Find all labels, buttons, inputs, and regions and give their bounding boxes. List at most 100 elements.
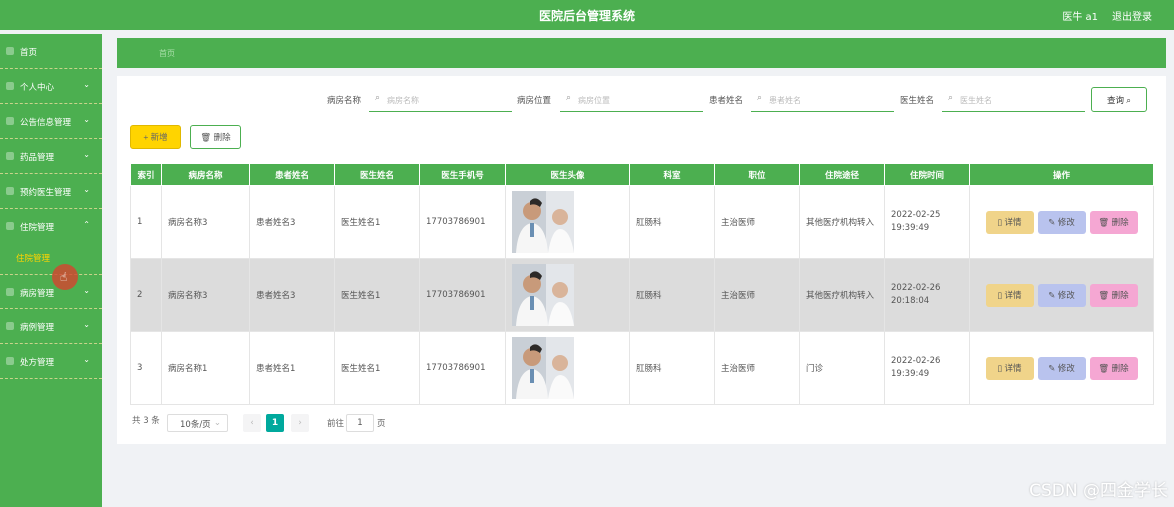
table-row[interactable]: 3 病房名称1 患者姓名1 医生姓名1 17703786901 肛肠科 主治医师… [130, 331, 1154, 405]
patient-name-input[interactable]: ⌕ 患者姓名 [751, 90, 894, 112]
chevron-down-icon: ⌄ [83, 286, 90, 295]
table-row[interactable]: 1 病房名称3 患者姓名3 医生姓名1 17703786901 肛肠科 主治医师… [130, 185, 1154, 259]
search-doctor-name: 医生姓名 ⌕ 医生姓名 [900, 90, 1085, 112]
chevron-down-icon: ⌄ [83, 185, 90, 194]
sidebar-item-wards[interactable]: 病房管理 ⌄ [0, 274, 102, 309]
cell-title: 主治医师 [714, 185, 800, 259]
cell-route: 门诊 [799, 331, 885, 405]
search-label: 病房位置 [517, 96, 552, 106]
edit-label: 修改 [1057, 362, 1075, 373]
page-size-value: 10条/页 [180, 420, 211, 430]
detail-button[interactable]: ▯ 详情 [985, 356, 1034, 380]
sidebar-item-label: 病房管理 [20, 289, 55, 299]
search-icon: ⌕ [948, 93, 954, 103]
ward-location-input[interactable]: ⌕ 病房位置 [560, 90, 703, 112]
col-header[interactable]: 住院途径 [799, 163, 885, 186]
current-page[interactable]: 1 [266, 414, 284, 432]
cell-operations: ▯ 详情 ✎ 修改 🗑 删除 [969, 331, 1154, 405]
search-ward-name: 病房名称 ⌕ 病房名称 [327, 90, 512, 112]
edit-button[interactable]: ✎ 修改 [1037, 283, 1086, 307]
trash-icon: 🗑 [1098, 289, 1112, 300]
ward-icon [6, 288, 14, 296]
breadcrumb[interactable]: 首页 [159, 48, 175, 59]
col-header[interactable]: 职位 [714, 163, 800, 186]
pill-icon [6, 152, 14, 160]
placeholder: 医生姓名 [960, 96, 992, 105]
sidebar-item-label: 公告信息管理 [20, 118, 72, 128]
sidebar-item-home[interactable]: 首页 [0, 34, 102, 69]
col-header[interactable]: 病房名称 [161, 163, 250, 186]
pagination-total: 共 3 条 [132, 416, 160, 426]
col-header[interactable]: 索引 [130, 163, 162, 186]
ward-name-input[interactable]: ⌕ 病房名称 [369, 90, 512, 112]
logout-button[interactable]: 退出登录 [1112, 8, 1152, 23]
sidebar-item-drugs[interactable]: 药品管理 ⌄ [0, 139, 102, 174]
col-header[interactable]: 住院时间 [884, 163, 970, 186]
prescription-icon [6, 357, 14, 365]
page-size-select[interactable]: 10条/页 ⌄ [167, 414, 228, 432]
next-page-button[interactable]: › [291, 414, 309, 432]
delete-button[interactable]: 🗑 删除 [190, 125, 241, 149]
sidebar-item-label: 处方管理 [20, 358, 55, 368]
col-header[interactable]: 操作 [969, 163, 1154, 186]
edit-button[interactable]: ✎ 修改 [1037, 210, 1086, 234]
sidebar-item-label: 住院管理 [20, 223, 55, 233]
sidebar-item-label: 病例管理 [20, 323, 55, 333]
chevron-down-icon: ⌄ [83, 80, 90, 89]
edit-label: 修改 [1057, 216, 1075, 227]
table-row[interactable]: 2 病房名称3 患者姓名3 医生姓名1 17703786901 肛肠科 主治医师… [130, 258, 1154, 332]
delete-label: 删除 [1111, 216, 1129, 227]
doctor-avatar-image[interactable] [512, 264, 574, 326]
col-header[interactable]: 医生头像 [505, 163, 630, 186]
home-icon [6, 47, 14, 55]
cell-title: 主治医师 [714, 258, 800, 332]
folder-icon [6, 322, 14, 330]
edit-icon: ✎ [1048, 362, 1058, 373]
detail-button[interactable]: ▯ 详情 [985, 210, 1034, 234]
col-header[interactable]: 患者姓名 [249, 163, 335, 186]
prev-page-button[interactable]: ‹ [243, 414, 261, 432]
search-patient-name: 患者姓名 ⌕ 患者姓名 [709, 90, 894, 112]
sidebar-item-label: 药品管理 [20, 153, 55, 163]
search-ward-location: 病房位置 ⌕ 病房位置 [517, 90, 703, 112]
cell-doctor: 医生姓名1 [334, 331, 420, 405]
trash-icon: 🗑 [1098, 362, 1112, 373]
col-header[interactable]: 科室 [629, 163, 715, 186]
sidebar-item-notices[interactable]: 公告信息管理 ⌄ [0, 104, 102, 139]
cell-route: 其他医疗机构转入 [799, 258, 885, 332]
sidebar-subitem-inpatient[interactable]: 住院管理 [16, 252, 50, 264]
goto-page-input[interactable]: 1 [346, 414, 374, 432]
sidebar-item-inpatient[interactable]: 住院管理 ⌃ [0, 209, 102, 244]
current-user: 医牛 a1 [1062, 12, 1098, 23]
placeholder: 病房位置 [578, 96, 610, 105]
edit-label: 修改 [1057, 289, 1075, 300]
doctor-avatar-image[interactable] [512, 191, 574, 253]
add-button[interactable]: + 新增 [130, 125, 181, 149]
query-button[interactable]: 查询 ⌕ [1091, 87, 1147, 112]
cell-dept: 肛肠科 [629, 258, 715, 332]
edit-button[interactable]: ✎ 修改 [1037, 356, 1086, 380]
sidebar-item-cases[interactable]: 病例管理 ⌄ [0, 309, 102, 344]
detail-label: 详情 [1004, 362, 1022, 373]
col-header[interactable]: 医生手机号 [419, 163, 506, 186]
chevron-down-icon: ⌄ [213, 418, 221, 428]
page-suffix: 页 [377, 419, 386, 429]
cell-avatar [505, 185, 630, 259]
delete-row-button[interactable]: 🗑 删除 [1089, 210, 1138, 234]
detail-button[interactable]: ▯ 详情 [985, 283, 1034, 307]
cell-patient: 患者姓名3 [249, 258, 335, 332]
sidebar-item-appointments[interactable]: 预约医生管理 ⌄ [0, 174, 102, 209]
cell-ward: 病房名称1 [161, 331, 250, 405]
sidebar-item-profile[interactable]: 个人中心 ⌄ [0, 69, 102, 104]
doctor-name-input[interactable]: ⌕ 医生姓名 [942, 90, 1085, 112]
doctor-avatar-image[interactable] [512, 337, 574, 399]
search-label: 医生姓名 [900, 96, 935, 106]
delete-row-button[interactable]: 🗑 删除 [1089, 356, 1138, 380]
hand-cursor-icon: ☝ [60, 270, 68, 284]
col-header[interactable]: 医生姓名 [334, 163, 420, 186]
sidebar-item-prescriptions[interactable]: 处方管理 ⌄ [0, 344, 102, 379]
detail-icon: ▯ [997, 289, 1005, 300]
sidebar-item-label: 预约医生管理 [20, 188, 72, 198]
delete-row-button[interactable]: 🗑 删除 [1089, 283, 1138, 307]
person-icon [6, 82, 14, 90]
